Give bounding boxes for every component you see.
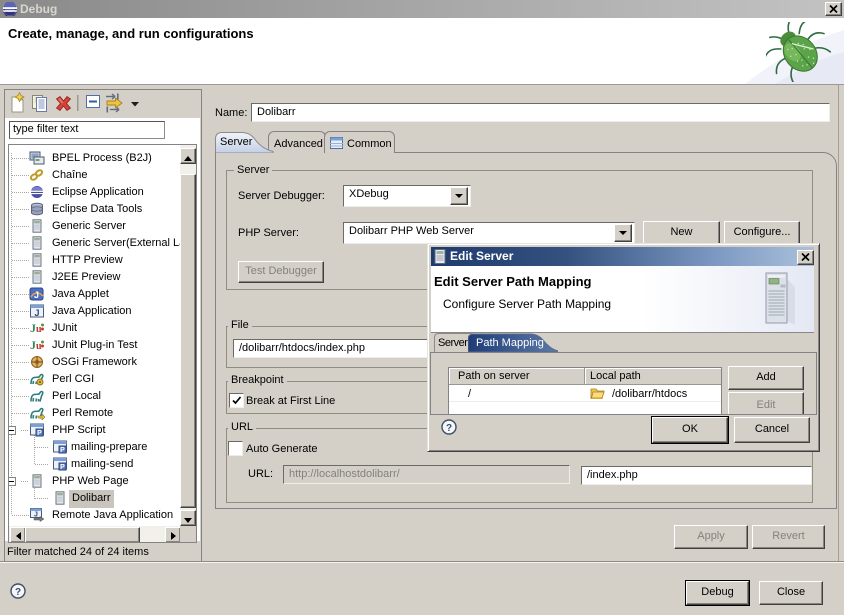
svg-text:J: J	[34, 290, 39, 300]
svg-text:J: J	[34, 308, 39, 318]
svg-text:?: ?	[446, 423, 452, 434]
svg-text:P: P	[60, 447, 65, 454]
svg-text:P: P	[60, 464, 65, 471]
svg-text:?: ?	[15, 587, 21, 598]
svg-text:P: P	[37, 430, 42, 437]
